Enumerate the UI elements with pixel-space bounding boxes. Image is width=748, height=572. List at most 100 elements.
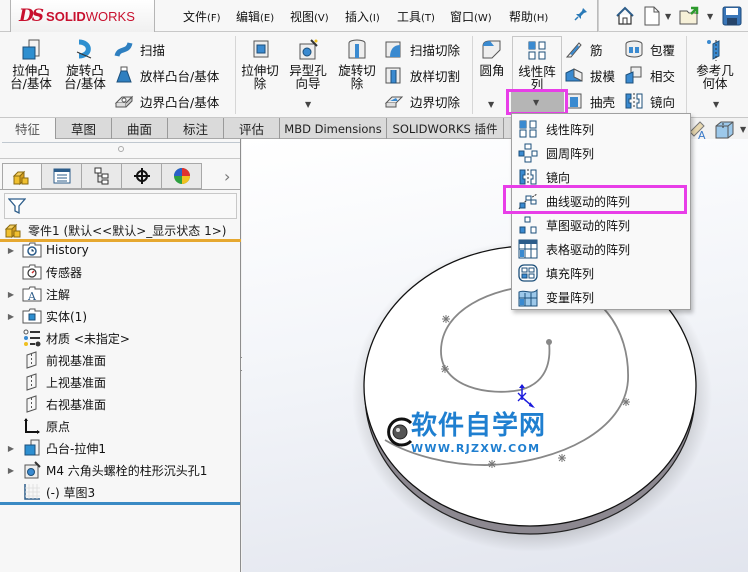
fillet-dropdown-caret[interactable]: ▼ — [488, 100, 494, 109]
menu-item-variable-pattern[interactable]: 变量阵列 — [516, 286, 688, 308]
filter-box[interactable] — [4, 193, 237, 219]
appearance-edit-icon[interactable]: A — [688, 120, 710, 140]
chevron-right-icon[interactable]: › — [224, 167, 230, 186]
feature-manager-tab[interactable] — [2, 163, 42, 189]
tree-item-front-plane[interactable]: 前视基准面 — [0, 350, 106, 370]
tab-sketch[interactable]: 草图 — [56, 118, 112, 139]
boundary-boss-icon — [114, 95, 134, 108]
extrude-cut-button[interactable]: 拉伸切 除 — [238, 38, 282, 90]
tree-item-sketch3[interactable]: (-) 草图3 — [0, 482, 95, 502]
svg-text:A: A — [27, 290, 37, 302]
expand-arrow-icon[interactable]: ▶ — [0, 312, 22, 321]
reference-geometry-button[interactable]: 参考几 何体 — [692, 38, 738, 90]
tree-item-top-plane[interactable]: 上视基准面 — [0, 372, 106, 392]
menu-item-table-driven-pattern[interactable]: 表格驱动的阵列 — [516, 238, 688, 260]
tree-item-hole[interactable]: ▶ M4 六角头螺栓的柱形沉头孔1 — [0, 460, 207, 480]
menu-view[interactable]: 视图(V) — [290, 8, 329, 25]
open-icon[interactable] — [678, 5, 702, 27]
revolve-cut-icon — [345, 38, 369, 62]
extrude-boss-button[interactable]: 拉伸凸 台/基体 — [8, 38, 54, 90]
hole-wizard-button[interactable]: 异型孔 向导 — [286, 38, 330, 90]
ribbon-separator — [686, 36, 687, 114]
tab-solidworks-addins[interactable]: SOLIDWORKS 插件 — [387, 118, 504, 139]
open-dropdown-caret[interactable]: ▼ — [707, 12, 713, 21]
expand-arrow-icon[interactable]: ▶ — [0, 246, 22, 255]
solid-bodies-folder-icon — [22, 307, 42, 325]
pin-icon[interactable] — [574, 7, 588, 25]
display-manager-icon — [173, 168, 190, 184]
boundary-cut-icon — [384, 96, 404, 108]
linear-pattern-icon — [519, 120, 537, 138]
home-icon[interactable] — [614, 5, 636, 27]
boundary-boss-button[interactable]: 边界凸台/基体 — [114, 90, 219, 112]
mirror-button[interactable]: 镜向 — [624, 90, 675, 112]
shell-button[interactable]: 抽壳 — [564, 90, 615, 112]
new-dropdown-caret[interactable]: ▼ — [665, 12, 671, 21]
tree-item-boss-extrude[interactable]: ▶ 凸台-拉伸1 — [0, 438, 106, 458]
view-orientation-caret[interactable]: ▼ — [740, 125, 746, 134]
origin-icon — [22, 417, 42, 435]
fillet-button[interactable]: 圆角 — [474, 38, 510, 77]
ribbon-separator — [472, 36, 473, 114]
property-manager-icon — [53, 168, 70, 184]
reference-geometry-dropdown-caret[interactable]: ▼ — [713, 100, 719, 109]
menu-window[interactable]: 窗口(W) — [450, 8, 492, 25]
expand-arrow-icon[interactable]: ▶ — [0, 290, 22, 299]
tree-item-annotations[interactable]: ▶ A 注解 — [0, 284, 70, 304]
draft-button[interactable]: 拔模 — [564, 64, 615, 86]
sweep-icon — [114, 42, 133, 57]
boundary-cut-button[interactable]: 边界切除 — [384, 90, 460, 112]
tree-item-sensors[interactable]: 传感器 — [0, 262, 82, 282]
watermark: 软件自学网 WWW.RJZXW.COM — [385, 411, 565, 461]
tab-features[interactable]: 特征 — [0, 118, 56, 139]
linear-pattern-button[interactable]: 线性阵 列 — [512, 36, 562, 92]
menu-item-circular-pattern[interactable]: 圆周阵列 — [516, 142, 688, 164]
revolve-boss-button[interactable]: 旋转凸 台/基体 — [60, 38, 110, 90]
save-icon[interactable] — [720, 5, 744, 27]
menu-tools[interactable]: 工具(T) — [397, 8, 435, 25]
loft-boss-button[interactable]: 放样凸台/基体 — [114, 64, 219, 86]
tree-item-material[interactable]: 材质 <未指定> — [0, 328, 130, 348]
menu-item-linear-pattern[interactable]: 线性阵列 — [516, 118, 688, 140]
hole-wizard-icon — [22, 461, 42, 479]
configuration-manager-tab[interactable] — [82, 163, 122, 189]
tab-mbd-dimensions[interactable]: MBD Dimensions — [280, 118, 387, 139]
wrap-button[interactable]: 包覆 — [624, 38, 675, 60]
intersect-button[interactable]: 相交 — [624, 64, 675, 86]
dimxpert-manager-tab[interactable] — [122, 163, 162, 189]
tree-item-solid-bodies[interactable]: ▶ 实体(1) — [0, 306, 87, 326]
hole-wizard-dropdown-caret[interactable]: ▼ — [305, 100, 311, 109]
mirror-icon — [519, 169, 537, 185]
tree-item-history[interactable]: ▶ History — [0, 240, 89, 260]
loft-cut-button[interactable]: 放样切割 — [384, 64, 460, 86]
rollback-bar[interactable] — [0, 502, 240, 505]
rib-button[interactable]: 筋 — [564, 38, 603, 60]
view-orientation-icon[interactable] — [714, 120, 736, 140]
sweep-cut-button[interactable]: 扫描切除 — [384, 38, 460, 60]
menu-help[interactable]: 帮助(H) — [509, 8, 548, 25]
menu-item-fill-pattern[interactable]: 填充阵列 — [516, 262, 688, 284]
spline-point — [442, 315, 450, 323]
spline-point — [622, 398, 630, 406]
menu-file[interactable]: 文件(F) — [183, 8, 221, 25]
tree-item-origin[interactable]: 原点 — [0, 416, 70, 436]
expand-arrow-icon[interactable]: ▶ — [0, 466, 22, 475]
tab-evaluate[interactable]: 评估 — [224, 118, 280, 139]
menu-insert[interactable]: 插入(I) — [345, 8, 380, 25]
revolve-cut-button[interactable]: 旋转切 除 — [334, 38, 380, 90]
property-manager-tab[interactable] — [42, 163, 82, 189]
panel-splitter-handle[interactable] — [118, 146, 124, 152]
spiral-endpoint — [546, 339, 552, 345]
solidworks-logo[interactable]: DS SOLID WORKS — [10, 0, 155, 33]
display-manager-tab[interactable] — [162, 163, 202, 189]
tree-root-part[interactable]: 零件1 (默认<<默认>_显示状态 1>) — [4, 220, 226, 240]
tab-surfaces[interactable]: 曲面 — [112, 118, 168, 139]
new-document-icon[interactable] — [642, 5, 662, 27]
menu-edit[interactable]: 编辑(E) — [236, 8, 274, 25]
tree-item-right-plane[interactable]: 右视基准面 — [0, 394, 106, 414]
expand-arrow-icon[interactable]: ▶ — [0, 444, 22, 453]
tab-markup[interactable]: 标注 — [168, 118, 224, 139]
mirror-icon — [625, 93, 643, 109]
menu-item-sketch-driven-pattern[interactable]: 草图驱动的阵列 — [516, 214, 688, 236]
sweep-button[interactable]: 扫描 — [114, 38, 165, 60]
